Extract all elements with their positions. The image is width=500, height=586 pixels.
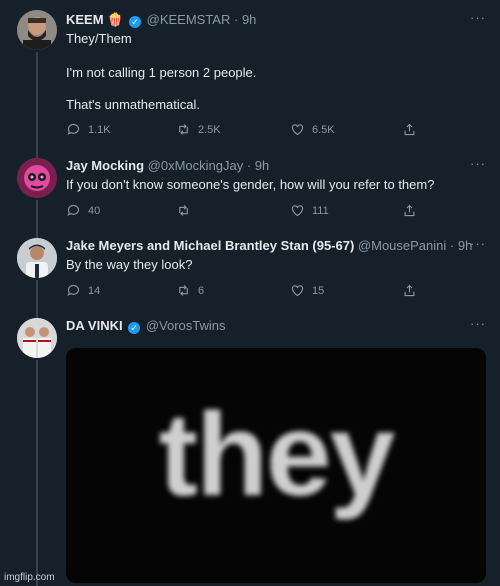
reply-button[interactable]: 40 (66, 203, 100, 218)
like-count: 111 (312, 204, 329, 217)
tweet-header: KEEM 🍿 ✓ @KEEMSTAR · 9h (66, 12, 256, 28)
reply-icon (67, 284, 80, 296)
timestamp[interactable]: · 9h (450, 238, 472, 253)
popcorn-emoji: 🍿 (107, 12, 124, 27)
like-button[interactable]: 15 (290, 283, 324, 298)
display-name[interactable]: DA VINKI (66, 318, 123, 333)
more-icon[interactable]: ··· (470, 236, 486, 251)
tweet-text: By the way they look? (66, 257, 193, 272)
like-icon (291, 124, 304, 136)
like-icon (291, 285, 304, 297)
tweet-header: Jake Meyers and Michael Brantley Stan (9… (66, 238, 472, 253)
like-count: 6.5K (312, 123, 335, 136)
tweet-header: DA VINKI ✓ @VorosTwins (66, 318, 226, 334)
timestamp[interactable]: · 9h (247, 158, 269, 173)
retweet-icon (179, 285, 188, 296)
retweet-button[interactable]: 6 (176, 283, 204, 298)
media-caption-text: they (158, 388, 396, 521)
reply-count: 14 (88, 284, 101, 297)
timestamp[interactable]: · 9h (234, 12, 256, 27)
reply-button[interactable]: 14 (66, 283, 100, 298)
tweet-text-line: They/Them (66, 31, 132, 46)
thread-line (36, 52, 38, 152)
retweet-count: 2.5K (198, 123, 221, 136)
tweet-header: Jay Mocking @0xMockingJay · 9h (66, 158, 269, 173)
like-icon (291, 205, 304, 217)
handle[interactable]: @KEEMSTAR (147, 12, 231, 27)
thread-line (36, 280, 38, 312)
thread-line (36, 230, 38, 238)
like-button[interactable]: 6.5K (290, 122, 335, 137)
reply-icon (67, 204, 80, 216)
tweet-mouse-panini[interactable]: Jake Meyers and Michael Brantley Stan (9… (0, 230, 500, 312)
verified-icon: ✓ (129, 16, 141, 28)
share-icon (404, 123, 415, 136)
retweet-icon (179, 205, 188, 216)
reply-icon (67, 123, 80, 135)
thread-line (36, 360, 38, 586)
tweet-text-line: That's unmathematical. (66, 97, 200, 112)
thread-line (36, 200, 38, 232)
share-button[interactable] (402, 122, 417, 137)
display-name[interactable]: KEEM (66, 12, 104, 27)
tweet-jay-mocking[interactable]: Jay Mocking @0xMockingJay · 9h ··· If yo… (0, 150, 500, 232)
like-button[interactable]: 111 (290, 203, 329, 218)
watermark: imgflip.com (4, 572, 55, 583)
avatar-da-vinki[interactable] (17, 318, 57, 358)
handle[interactable]: @MousePanini (358, 238, 446, 253)
retweet-count: 6 (198, 284, 205, 297)
tweet-media-image[interactable]: they (66, 348, 486, 583)
reply-count: 40 (88, 204, 101, 217)
reply-count: 1.1K (88, 123, 111, 136)
tweet-text-line: I'm not calling 1 person 2 people. (66, 65, 257, 80)
share-button[interactable] (402, 283, 417, 298)
thread-line (36, 310, 38, 318)
tweet-text: If you don't know someone's gender, how … (66, 177, 435, 192)
share-button[interactable] (402, 203, 417, 218)
avatar-keem[interactable] (17, 10, 57, 50)
like-count: 15 (312, 284, 325, 297)
display-name[interactable]: Jay Mocking (66, 158, 144, 173)
thread-line (36, 150, 38, 158)
verified-icon: ✓ (128, 322, 141, 334)
display-name[interactable]: Jake Meyers and Michael Brantley Stan (9… (66, 238, 354, 253)
share-icon (404, 204, 415, 217)
retweet-button[interactable]: 2.5K (176, 122, 221, 137)
retweet-icon (179, 124, 188, 135)
share-icon (404, 284, 415, 297)
avatar-jay-mocking[interactable] (17, 158, 57, 198)
avatar-mouse-panini[interactable] (17, 238, 57, 278)
more-icon[interactable]: ··· (470, 10, 486, 25)
handle[interactable]: @VorosTwins (146, 318, 226, 333)
reply-button[interactable]: 1.1K (66, 122, 111, 137)
more-icon[interactable]: ··· (470, 156, 486, 171)
tweet-keem[interactable]: KEEM 🍿 ✓ @KEEMSTAR · 9h ··· They/Them I'… (0, 0, 500, 152)
more-icon[interactable]: ··· (470, 316, 486, 331)
retweet-button[interactable] (176, 203, 198, 218)
handle[interactable]: @0xMockingJay (148, 158, 244, 173)
